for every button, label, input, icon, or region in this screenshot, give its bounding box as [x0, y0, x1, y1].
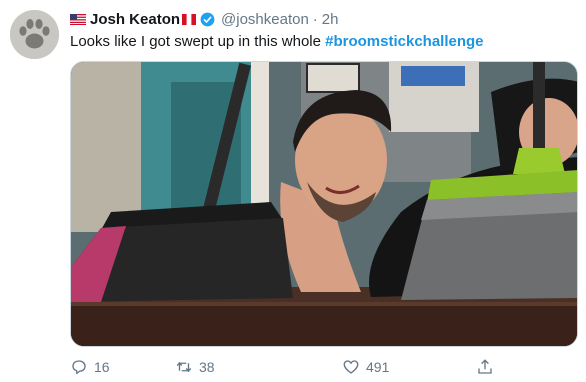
reply-icon	[72, 360, 86, 375]
share-icon	[478, 359, 492, 374]
like-button[interactable]: 491	[342, 356, 389, 378]
avatar[interactable]	[10, 10, 59, 59]
retweet-icon	[176, 361, 192, 373]
tweet-header: Josh Keaton @joshkeaton · 2h	[70, 9, 338, 29]
tweet-actions: 16 38 491	[70, 356, 500, 378]
paw-print-avatar-image	[10, 10, 59, 59]
reply-button[interactable]: 16	[70, 356, 110, 378]
share-button[interactable]	[476, 356, 500, 378]
tweet-text-body: Looks like I got swept up in this whole	[70, 33, 326, 50]
us-flag-icon	[70, 13, 86, 25]
separator-dot: ·	[312, 10, 318, 28]
tweet-card[interactable]: Josh Keaton @joshkeaton · 2h Looks like …	[0, 0, 586, 382]
display-name[interactable]: Josh Keaton	[90, 11, 180, 28]
reply-count: 16	[94, 359, 110, 375]
retweet-count: 38	[199, 359, 215, 375]
like-icon	[343, 360, 359, 374]
timestamp[interactable]: 2h	[322, 11, 339, 28]
retweet-button[interactable]: 38	[175, 356, 215, 378]
hashtag-link[interactable]: #broomstickchallenge	[325, 33, 483, 50]
verified-badge-icon	[200, 12, 215, 26]
like-count: 491	[366, 359, 390, 375]
broom-challenge-photo	[71, 62, 577, 346]
peru-flag-icon	[182, 13, 197, 25]
tweet-text: Looks like I got swept up in this whole …	[70, 33, 484, 50]
user-handle[interactable]: @joshkeaton	[221, 11, 309, 28]
tweet-photo[interactable]	[70, 61, 578, 347]
